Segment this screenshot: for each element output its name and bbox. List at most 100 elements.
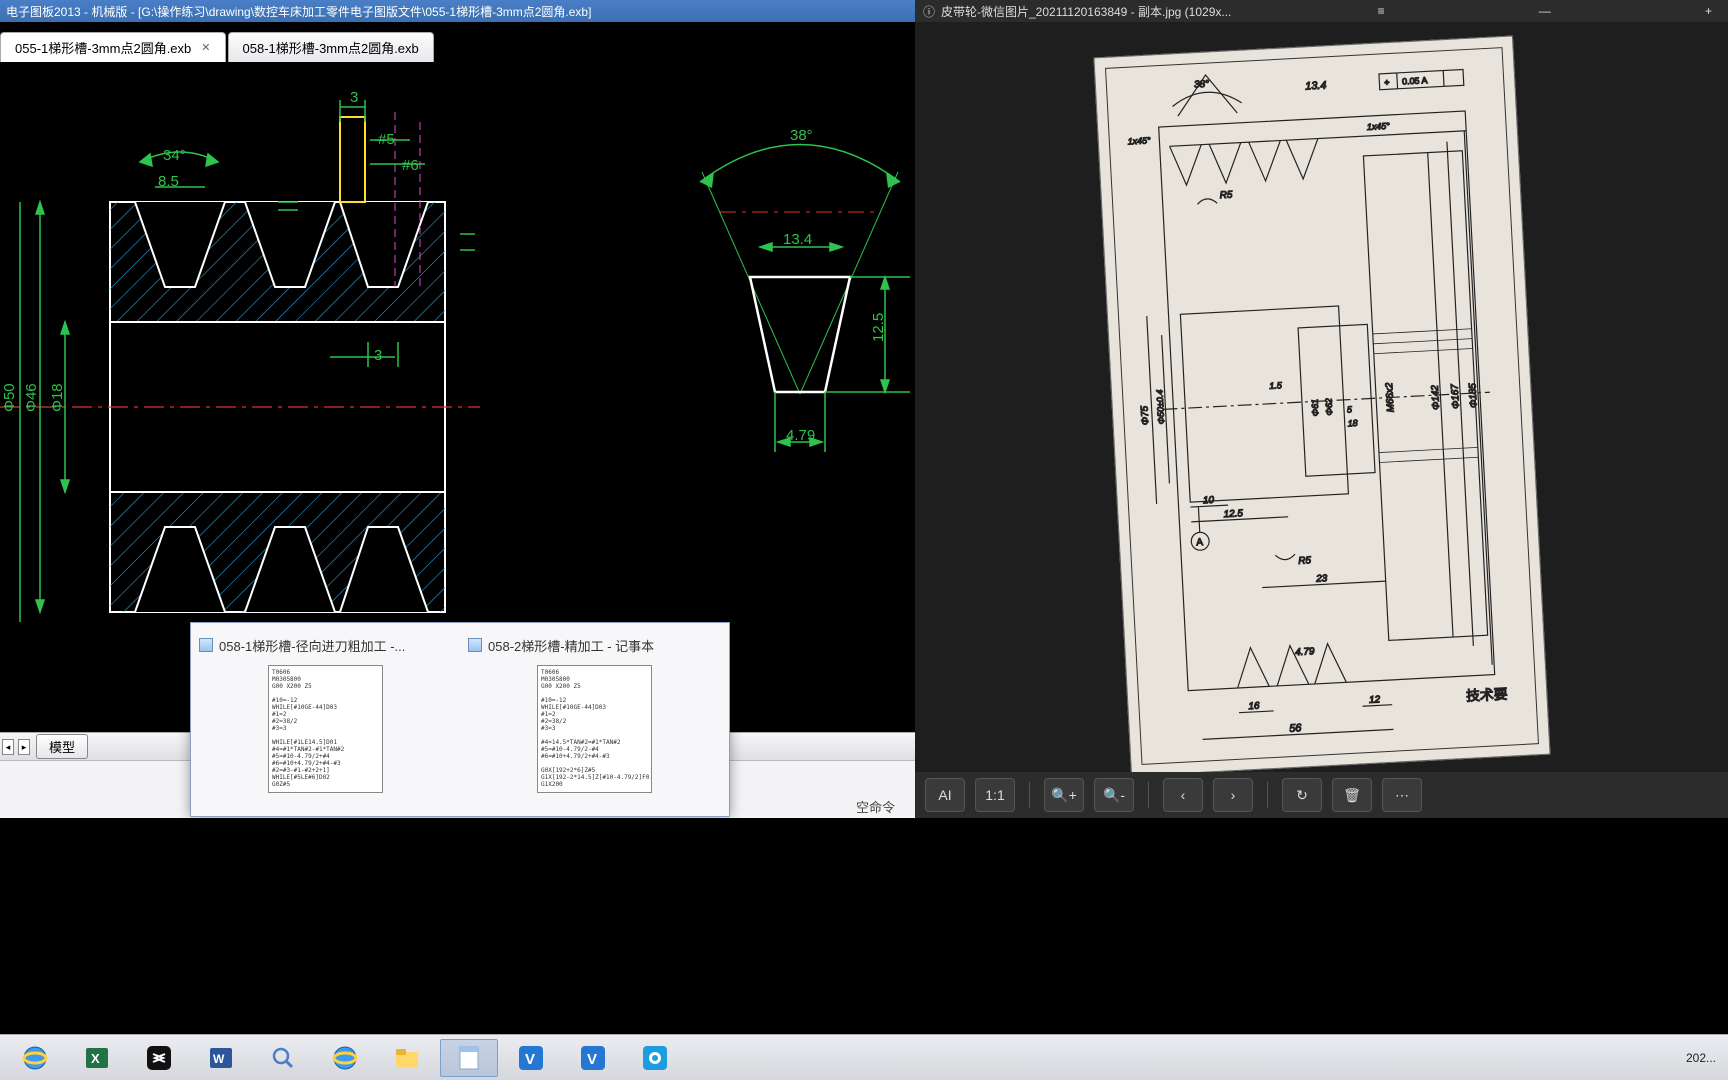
zoom-in-icon[interactable]: 🔍+	[1044, 778, 1084, 812]
svg-text:技术要: 技术要	[1465, 686, 1507, 704]
dim-85: 8.5	[158, 173, 179, 190]
close-icon[interactable]: ✕	[201, 41, 210, 54]
svg-text:X: X	[91, 1051, 100, 1066]
svg-text:Φ50±0.4: Φ50±0.4	[1154, 389, 1166, 424]
delete-icon[interactable]: 🗑	[1332, 778, 1372, 812]
info-icon: ⓘ	[923, 3, 935, 20]
trapezoid-detail	[700, 145, 910, 453]
notepad-icon	[199, 638, 213, 652]
svg-text:1x45°: 1x45°	[1366, 121, 1390, 132]
capcut-icon[interactable]	[130, 1039, 188, 1077]
minus-icon[interactable]: —	[1531, 4, 1559, 18]
svg-text:R5: R5	[1219, 190, 1233, 202]
svg-text:1.5: 1.5	[1269, 380, 1282, 391]
app-v2-icon[interactable]: V	[564, 1039, 622, 1077]
dim-34: 34°	[163, 147, 186, 164]
svg-text:A: A	[1196, 537, 1204, 548]
zoom-out-icon[interactable]: 🔍-	[1094, 778, 1134, 812]
svg-text:12.5: 12.5	[1223, 508, 1243, 520]
svg-text:18: 18	[1347, 418, 1357, 429]
svg-text:5: 5	[1346, 404, 1352, 414]
ie2-icon[interactable]	[316, 1039, 374, 1077]
svg-text:4.79: 4.79	[1294, 646, 1314, 658]
notepad-icon[interactable]	[440, 1039, 498, 1077]
magnifier-icon[interactable]	[254, 1039, 312, 1077]
svg-text:Φ75: Φ75	[1139, 405, 1151, 425]
task-item-2[interactable]: 058-2梯形槽-精加工 - 记事本 T0606 M0305800 G00 X2…	[460, 623, 729, 816]
task-item-1[interactable]: 058-1梯形槽-径向进刀粗加工 -... T0606 M0305800 G00…	[191, 623, 460, 816]
svg-text:M66x2: M66x2	[1384, 382, 1397, 413]
svg-text:W: W	[213, 1052, 225, 1066]
windows-taskbar: X W V V 202...	[0, 1034, 1728, 1080]
word-icon[interactable]: W	[192, 1039, 250, 1077]
nav-prev-icon[interactable]: ▸	[18, 739, 30, 755]
svg-text:10: 10	[1202, 495, 1214, 507]
task-title-text: 058-2梯形槽-精加工 - 记事本	[488, 636, 654, 655]
dim-phi46: Φ46	[23, 383, 40, 412]
dim-38: 38°	[790, 127, 813, 144]
fit-11-button[interactable]: 1:1	[975, 778, 1015, 812]
divider	[1029, 782, 1030, 808]
image-filename: 皮带轮-微信图片_20211120163849 - 副本.jpg (1029x.…	[941, 3, 1231, 20]
dim-ph6: #6	[402, 157, 419, 174]
dim-ph5: #5	[378, 131, 395, 148]
title-text: 电子图板2013 - 机械版 - [G:\操作练习\drawing\数控车床加工…	[6, 5, 591, 19]
svg-text:R5: R5	[1298, 555, 1312, 567]
task-thumbnail: T0606 M0305800 G00 X200 Z5 #10=-12 WHILE…	[268, 665, 383, 793]
nav-first-icon[interactable]: ◂	[2, 739, 14, 755]
svg-text:V: V	[525, 1051, 535, 1068]
tab-label: 055-1梯形槽-3mm点2圆角.exb	[15, 38, 191, 57]
prev-icon[interactable]: ‹	[1163, 778, 1203, 812]
svg-text:Φ62: Φ62	[1323, 398, 1334, 416]
ie-icon[interactable]	[6, 1039, 64, 1077]
engineering-drawing-photo: 38° 13.4 ⌖ 0.05 A	[1093, 36, 1550, 777]
dim-mid3: 3	[374, 347, 382, 364]
svg-text:1x45°: 1x45°	[1127, 135, 1151, 146]
document-tabs: 055-1梯形槽-3mm点2圆角.exb ✕ 058-1梯形槽-3mm点2圆角.…	[0, 22, 915, 62]
excel-icon[interactable]: X	[68, 1039, 126, 1077]
next-icon[interactable]: ›	[1213, 778, 1253, 812]
dim-phi18: Φ18	[49, 383, 66, 412]
dim-134: 13.4	[783, 231, 812, 248]
tab-058[interactable]: 058-1梯形槽-3mm点2圆角.exb	[228, 32, 434, 62]
dim-phi50: Φ50	[1, 383, 18, 412]
notepad-icon	[468, 638, 482, 652]
svg-text:Φ142: Φ142	[1429, 384, 1441, 410]
plus-icon[interactable]: +	[1697, 4, 1720, 18]
image-viewer[interactable]: 38° 13.4 ⌖ 0.05 A	[915, 22, 1728, 772]
svg-text:23: 23	[1314, 573, 1327, 585]
svg-text:V: V	[587, 1051, 597, 1068]
task-switcher-popup: 058-1梯形槽-径向进刀粗加工 -... T0606 M0305800 G00…	[190, 622, 730, 817]
app-titlebar-left: 电子图板2013 - 机械版 - [G:\操作练习\drawing\数控车床加工…	[0, 0, 915, 22]
model-tab[interactable]: 模型	[36, 734, 88, 759]
svg-text:⌖: ⌖	[1384, 77, 1390, 87]
taskbar-clock[interactable]: 202...	[1686, 1051, 1724, 1065]
divider	[1267, 782, 1268, 808]
task-thumbnail: T0606 M0305800 G00 X200 Z5 #10=-12 WHILE…	[537, 665, 652, 793]
camera-icon[interactable]	[626, 1039, 684, 1077]
dim-3: 3	[350, 89, 358, 106]
svg-text:Φ167: Φ167	[1449, 383, 1461, 409]
dim-479: 4.79	[786, 427, 815, 444]
more-icon[interactable]: ⋯	[1382, 778, 1422, 812]
hamburger-icon[interactable]: ≡	[1370, 4, 1393, 18]
main-section	[0, 100, 480, 622]
image-viewer-toolbar: AI 1:1 🔍+ 🔍- ‹ › ↻ 🗑 ⋯	[915, 772, 1728, 818]
app-titlebar-right: ⓘ 皮带轮-微信图片_20211120163849 - 副本.jpg (1029…	[915, 0, 1728, 22]
svg-text:38°: 38°	[1193, 79, 1209, 91]
svg-text:Φ61: Φ61	[1309, 399, 1320, 417]
svg-text:12: 12	[1368, 694, 1380, 706]
tab-055[interactable]: 055-1梯形槽-3mm点2圆角.exb ✕	[0, 32, 226, 62]
dim-125: 12.5	[870, 313, 887, 342]
app-v1-icon[interactable]: V	[502, 1039, 560, 1077]
command-label: 空命令	[856, 797, 895, 816]
svg-text:56: 56	[1289, 722, 1303, 735]
explorer-icon[interactable]	[378, 1039, 436, 1077]
svg-text:0.05 A: 0.05 A	[1401, 75, 1427, 86]
svg-text:16: 16	[1248, 701, 1260, 713]
svg-text:13.4: 13.4	[1304, 80, 1326, 93]
rotate-icon[interactable]: ↻	[1282, 778, 1322, 812]
ai-button[interactable]: AI	[925, 778, 965, 812]
divider	[1148, 782, 1149, 808]
task-title-text: 058-1梯形槽-径向进刀粗加工 -...	[219, 636, 405, 655]
